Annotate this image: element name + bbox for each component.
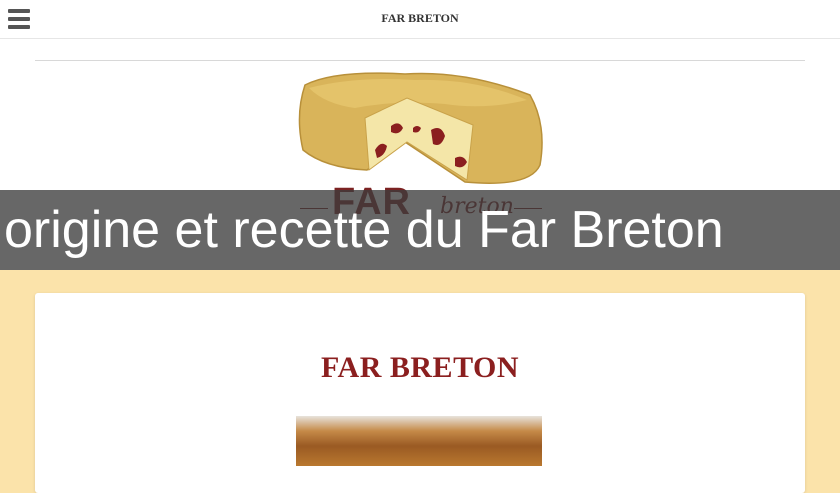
divider: [35, 60, 805, 61]
top-navigation-bar: FAR BRETON: [0, 0, 840, 39]
banner-title: origine et recette du Far Breton: [4, 201, 724, 259]
article-heading: FAR BRETON: [320, 351, 520, 384]
site-title[interactable]: FAR BRETON: [0, 11, 840, 26]
far-breton-photo: [296, 416, 542, 466]
article-card: FAR BRETON: [35, 293, 805, 493]
